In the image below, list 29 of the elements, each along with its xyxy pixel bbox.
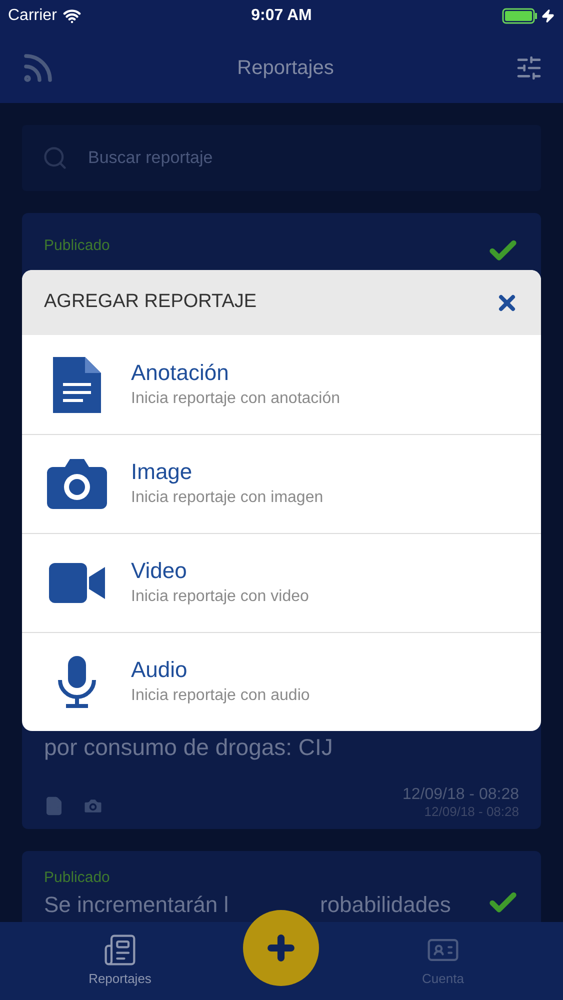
header-title: Reportajes [237,56,334,80]
carrier-label: Carrier [8,6,57,26]
document-icon [52,356,100,412]
card-title: robabilidades [320,892,451,918]
status-label: Publicado [44,868,111,888]
dialog-title: AGREGAR REPORTAJE [44,290,257,314]
battery-icon [502,8,538,24]
newspaper-icon [103,933,137,968]
report-card[interactable]: Publicado Se incrementarán l robabilidades [22,851,541,922]
search-icon [42,145,68,171]
card-title: por consumo de drogas: CIJ [44,733,334,762]
document-icon [44,796,64,816]
option-item[interactable]: Image Inicia reportaje con imagen [22,434,541,533]
camera-icon [46,459,106,509]
option-item[interactable]: Anotación Inicia reportaje con anotación [22,335,541,434]
tab[interactable]: Reportajes [60,933,180,989]
clock: 9:07 AM [251,6,312,26]
microphone-icon [56,656,96,708]
option-item[interactable]: Audio Inicia reportaje con audio [22,632,541,731]
card-title: Se incrementarán l [44,892,230,918]
option-item[interactable]: Video Inicia reportaje con video [22,533,541,632]
date-label: 12/09/18 - 08:28 [402,786,519,804]
wifi-icon [62,7,81,25]
status-label: Publicado [44,236,110,256]
search-field[interactable]: Buscar reportaje [22,125,541,191]
charging-icon [540,9,555,23]
filter-button[interactable] [515,54,543,82]
report-card[interactable] [22,213,541,829]
video-camera-icon [48,563,104,603]
